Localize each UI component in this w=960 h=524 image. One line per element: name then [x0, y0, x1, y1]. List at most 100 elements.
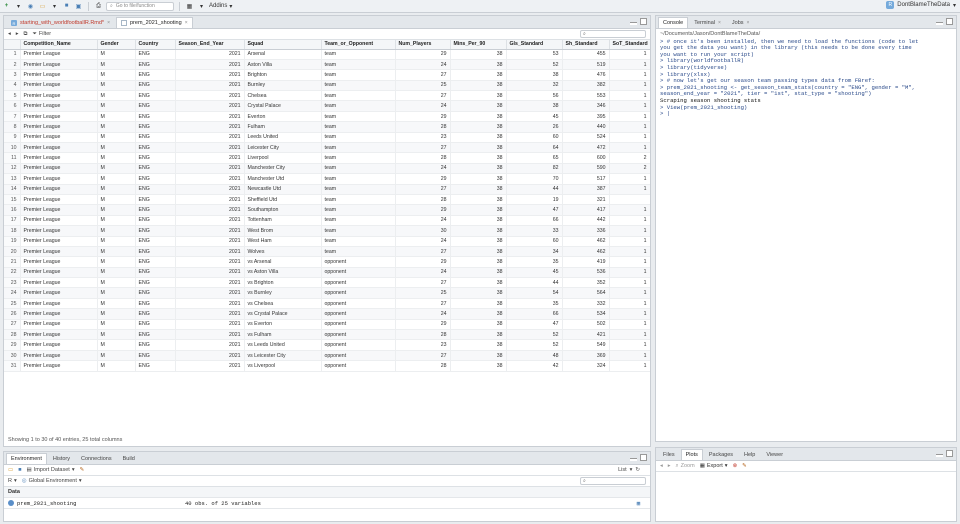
clear-broom-icon[interactable]: ✎ — [80, 467, 85, 473]
load-workspace-icon[interactable]: ▭ — [8, 467, 13, 473]
addins-menu[interactable]: Addins ▾ — [209, 1, 232, 11]
tab-environment[interactable]: Environment — [6, 453, 47, 464]
table-row[interactable]: 28 Premier League M ENG 2021 vs Fulham opponen… — [4, 329, 650, 341]
table-row[interactable]: 9 Premier League M ENG 2021 Leeds United team 2… — [4, 132, 650, 144]
forward-icon[interactable]: ▸ — [668, 463, 671, 469]
maximize-icon[interactable] — [946, 450, 953, 457]
minimize-icon[interactable] — [936, 454, 943, 457]
clear-plots-broom-icon[interactable]: ✎ — [742, 463, 747, 469]
minimize-icon[interactable] — [630, 458, 637, 461]
tab-connections[interactable]: Connections — [76, 453, 117, 464]
table-row[interactable]: 18 Premier League M ENG 2021 West Brom team 30 3… — [4, 225, 650, 237]
column-header[interactable]: Mins_Per_90 — [450, 40, 507, 50]
back-icon[interactable]: ◂ — [660, 463, 663, 469]
close-icon[interactable]: × — [747, 20, 750, 26]
grid-icon[interactable]: ▦ — [185, 1, 194, 11]
close-icon[interactable]: × — [107, 20, 110, 26]
column-header[interactable]: Season_End_Year — [175, 40, 245, 50]
remove-plot-icon[interactable]: ⊗ — [733, 463, 738, 469]
forward-icon[interactable]: ▸ — [16, 31, 19, 37]
table-row[interactable]: 1 Premier League M ENG 2021 Arsenal team 29 38 53… — [4, 49, 650, 60]
table-row[interactable]: 5 Premier League M ENG 2021 Chelsea team 27 38 56… — [4, 90, 650, 102]
view-table-icon[interactable]: ▦ — [637, 500, 640, 507]
table-row[interactable]: 14 Premier League M ENG 2021 Newcastle Utd tea… — [4, 184, 650, 195]
env-data-item[interactable]: prem_2021_shooting 40 obs. of 25 variabl… — [4, 498, 650, 509]
goto-file-input[interactable]: ⌕ Go to file/function — [106, 1, 174, 11]
maximize-icon[interactable] — [946, 18, 953, 25]
save-workspace-icon[interactable]: ■ — [18, 467, 21, 473]
table-row[interactable]: 8 Premier League M ENG 2021 Fulham team 28 38 26 4… — [4, 121, 650, 133]
language-select[interactable]: R ▾ — [8, 478, 17, 484]
table-row[interactable]: 7 Premier League M ENG 2021 Everton team 29 38 45… — [4, 111, 650, 123]
table-row[interactable]: 10 Premier League M ENG 2021 Leicester City te… — [4, 142, 650, 154]
filter-button[interactable]: ⏷ Filter — [32, 31, 51, 38]
table-row[interactable]: 29 Premier League M ENG 2021 vs Leeds United o… — [4, 339, 650, 351]
table-row[interactable]: 2 Premier League M ENG 2021 Aston Villa team 24… — [4, 59, 650, 71]
table-search-input[interactable]: ⌕ — [580, 30, 646, 38]
table-row[interactable]: 22 Premier League M ENG 2021 vs Aston Villa op… — [4, 267, 650, 279]
table-row[interactable]: 24 Premier League M ENG 2021 vs Burnley oppone… — [4, 287, 650, 299]
table-row[interactable]: 23 Premier League M ENG 2021 vs Brighton oppon… — [4, 277, 650, 289]
zoom-button[interactable]: ⌕ Zoom — [676, 463, 695, 470]
minimize-icon[interactable] — [630, 22, 637, 25]
tab-console[interactable]: Console — [658, 17, 689, 28]
open-file-icon[interactable]: ▭ — [38, 1, 47, 11]
column-header[interactable]: Gender — [97, 40, 136, 50]
table-row[interactable]: 31 Premier League M ENG 2021 vs Liverpool oppo… — [4, 360, 650, 372]
column-header[interactable]: Sh_Standard — [562, 40, 610, 50]
popout-icon[interactable]: ⧉ — [24, 31, 28, 38]
expand-icon[interactable] — [8, 500, 14, 506]
maximize-icon[interactable] — [640, 454, 647, 461]
table-row[interactable]: 12 Premier League M ENG 2021 Manchester City t… — [4, 163, 650, 175]
tab-data-viewer[interactable]: prem_2021_shooting × — [116, 17, 193, 28]
table-row[interactable]: 3 Premier League M ENG 2021 Brighton team 27 38 3… — [4, 69, 650, 81]
table-row[interactable]: 27 Premier League M ENG 2021 vs Everton oppone… — [4, 319, 650, 331]
save-all-icon[interactable]: ▣ — [74, 1, 83, 11]
tab-rmd-file[interactable]: R starting_with_worldfootballR.Rmd* × — [6, 17, 115, 28]
maximize-icon[interactable] — [640, 18, 647, 25]
tab-history[interactable]: History — [48, 453, 75, 464]
list-view-button[interactable]: List ▾ ↻ — [618, 467, 640, 473]
tab-terminal[interactable]: Terminal × — [689, 17, 726, 28]
close-icon[interactable]: × — [185, 20, 188, 26]
table-row[interactable]: 26 Premier League M ENG 2021 vs Crystal Palac… — [4, 308, 650, 320]
env-search-input[interactable]: ⌕ — [580, 477, 646, 485]
tab-help[interactable]: Help — [739, 449, 760, 460]
open-project-icon[interactable]: ◉ — [26, 1, 35, 11]
table-row[interactable]: 15 Premier League M ENG 2021 Sheffield Utd tea… — [4, 194, 650, 206]
new-file-icon[interactable]: + — [2, 1, 11, 11]
close-icon[interactable]: × — [718, 20, 721, 26]
table-row[interactable]: 25 Premier League M ENG 2021 vs Chelsea oppone… — [4, 298, 650, 310]
dropdown-icon[interactable]: ▾ — [197, 1, 206, 11]
column-header[interactable]: Gls_Standard — [506, 40, 563, 50]
console-output[interactable]: ~/Documents/Jason/DontBlameTheData/ > # … — [656, 29, 956, 120]
table-row[interactable]: 16 Premier League M ENG 2021 Southampton team 2… — [4, 204, 650, 216]
refresh-icon[interactable]: ↻ — [635, 467, 640, 473]
project-menu[interactable]: R DontBlameTheData ▾ — [886, 1, 956, 9]
tab-build[interactable]: Build — [118, 453, 140, 464]
tab-files[interactable]: Files — [658, 449, 680, 460]
column-header[interactable]: Team_or_Opponent — [321, 40, 396, 50]
tab-viewer[interactable]: Viewer — [761, 449, 788, 460]
import-dataset-button[interactable]: ▤ Import Dataset ▾ — [27, 467, 75, 473]
table-row[interactable]: 20 Premier League M ENG 2021 Wolves team 27 38 34… — [4, 246, 650, 258]
table-row[interactable]: 11 Premier League M ENG 2021 Liverpool team 28 3… — [4, 152, 650, 164]
column-header[interactable]: Num_Players — [395, 40, 451, 50]
dropdown-icon[interactable]: ▾ — [14, 1, 23, 11]
environment-select[interactable]: ◎ Global Environment ▾ — [22, 478, 82, 484]
table-row[interactable]: 6 Premier League M ENG 2021 Crystal Palace tea… — [4, 100, 650, 112]
export-button[interactable]: ▦ Export ▾ — [700, 463, 728, 469]
tab-plots[interactable]: Plots — [680, 449, 703, 460]
table-row[interactable]: 30 Premier League M ENG 2021 vs Leicester Cit… — [4, 350, 650, 362]
column-header[interactable]: SoT_Standard — [609, 40, 650, 50]
save-icon[interactable]: ■ — [62, 1, 71, 11]
column-header[interactable]: Country — [135, 40, 176, 50]
table-row[interactable]: 17 Premier League M ENG 2021 Tottenham team 24 3… — [4, 215, 650, 227]
table-row[interactable]: 13 Premier League M ENG 2021 Manchester Utd te… — [4, 173, 650, 185]
tab-jobs[interactable]: Jobs × — [727, 17, 755, 28]
table-row[interactable]: 4 Premier League M ENG 2021 Burnley team 25 38 32… — [4, 80, 650, 92]
dropdown-icon[interactable]: ▾ — [50, 1, 59, 11]
tab-packages[interactable]: Packages — [704, 449, 738, 460]
table-row[interactable]: 19 Premier League M ENG 2021 West Ham team 24 38… — [4, 236, 650, 247]
column-header[interactable]: Squad — [244, 40, 322, 50]
